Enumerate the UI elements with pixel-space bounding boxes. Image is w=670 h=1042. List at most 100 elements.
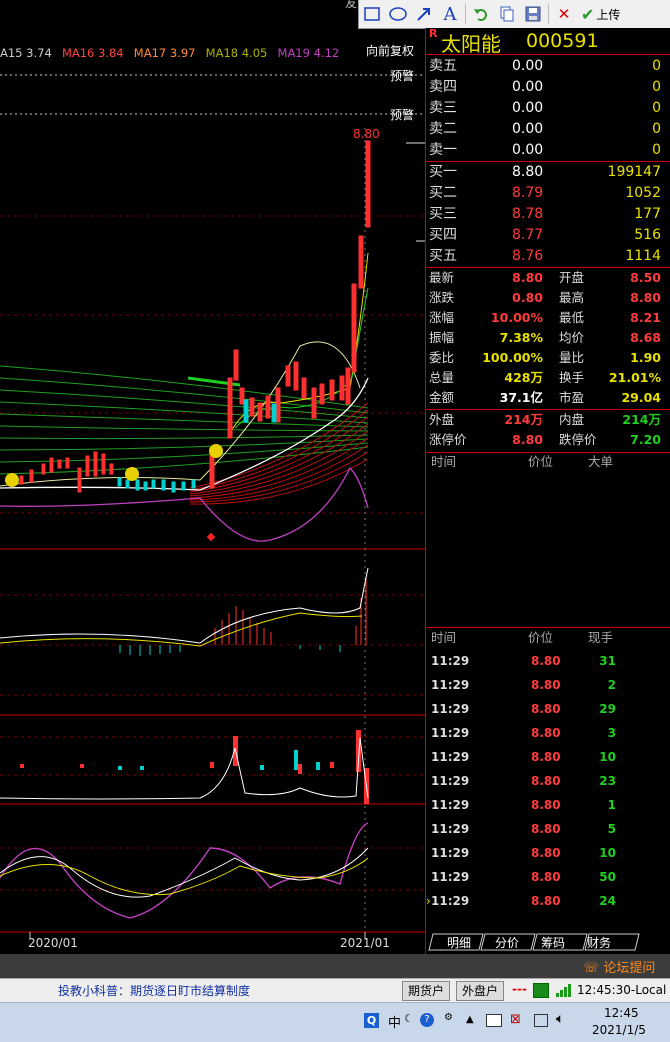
tick-price: 8.80	[531, 654, 561, 668]
tick-time: 11:29	[431, 702, 470, 716]
quote-label: 开盘	[559, 270, 585, 285]
ime-moon-icon: ☾	[404, 1012, 414, 1025]
macd-positive-bars	[214, 576, 367, 645]
ma-legend-item: MA18 4.05	[205, 46, 268, 60]
quote-label: 振幅	[429, 330, 455, 345]
status-tip[interactable]: 投教小科普：期货逐日盯市结算制度	[58, 982, 250, 999]
tab-price-split[interactable]: 分价	[495, 934, 519, 951]
order-price: 0.00	[512, 121, 544, 137]
quote-row: 外盘 214万 内盘 214万	[426, 410, 670, 431]
tab-finance[interactable]: 财务	[587, 934, 611, 951]
quote-label: 委比	[429, 350, 455, 365]
speech-bubble-icon: ☏	[583, 961, 600, 976]
text-tool-icon[interactable]: A	[437, 1, 463, 27]
quote-label: 换手	[559, 370, 585, 385]
tick-row[interactable]: 11:29 8.80 50	[426, 865, 670, 889]
drawing-toolbar: A ✕ ✔ 上传	[358, 0, 670, 29]
order-volume: 0	[652, 79, 661, 95]
forum-link-label: 论坛提问	[603, 961, 656, 976]
tick-volume: 31	[599, 654, 616, 668]
quote-label: 总量	[429, 370, 455, 385]
network-off-icon[interactable]: ⊠	[510, 1012, 521, 1027]
help-icon[interactable]: ?	[420, 1013, 434, 1027]
quote-value: 0.80	[512, 290, 543, 305]
order-price: 0.00	[512, 58, 544, 74]
ma-legend-item: MA19 4.12	[277, 46, 340, 60]
stock-name: 太阳能	[441, 32, 501, 56]
tick-row[interactable]: 11:29 8.80 5	[426, 817, 670, 841]
sell-order-row[interactable]: 卖四 0.00 0	[426, 77, 670, 98]
sell-order-row[interactable]: 卖三 0.00 0	[426, 98, 670, 119]
tick-volume: 23	[599, 774, 616, 788]
volume-icon[interactable]: 🔈︎	[556, 1011, 564, 1027]
tick-row[interactable]: 11:29 8.80 3	[426, 721, 670, 745]
quote-label: 内盘	[559, 412, 585, 427]
forum-link[interactable]: ☏ 论坛提问	[583, 957, 655, 976]
tick-row[interactable]: 11:29 8.80 10	[426, 745, 670, 769]
tick-volume: 10	[599, 846, 616, 860]
tick-row[interactable]: 11:29 8.80 10	[426, 841, 670, 865]
window-title-fragment: 友	[345, 0, 358, 10]
tick-row[interactable]: 11:29 8.80 31	[426, 649, 670, 673]
foreign-account-button[interactable]: 外盘户	[456, 981, 505, 1001]
quote-label: 最新	[429, 270, 455, 285]
tick-row[interactable]: 11:29 8.80 29	[426, 697, 670, 721]
kline-chart-svg	[0, 74, 425, 938]
quote-label: 均价	[559, 330, 585, 345]
rectangle-tool-icon[interactable]	[359, 1, 385, 27]
save-icon[interactable]	[520, 1, 546, 27]
copy-icon[interactable]	[494, 1, 520, 27]
quote-row: 金额 37.1亿 市盈 29.04	[426, 388, 670, 409]
taskbar: Q 中 ☾ ? ⚙ ▲ ⊠ 🔈︎ 12:45 2021/1/5	[0, 1002, 670, 1042]
buy-order-row[interactable]: 买四 8.77 516	[426, 225, 670, 246]
sell-order-row[interactable]: 卖一 0.00 0	[426, 140, 670, 161]
tick-price: 8.80	[531, 846, 561, 860]
tick-row[interactable]: 11:29 8.80 24	[426, 889, 670, 913]
quote-value: 8.80	[512, 432, 543, 447]
order-price: 8.80	[512, 164, 544, 180]
signal-diamond-icon	[206, 532, 216, 542]
tick-cursor-icon: ›	[426, 894, 431, 908]
ellipse-tool-icon[interactable]	[385, 1, 411, 27]
order-price: 0.00	[512, 79, 544, 95]
tick-row[interactable]: 11:29 8.80 1	[426, 793, 670, 817]
quote-row: 总量 428万 换手 21.01%	[426, 368, 670, 389]
order-volume: 516	[634, 227, 661, 243]
sell-order-row[interactable]: 卖二 0.00 0	[426, 119, 670, 140]
undo-icon[interactable]	[468, 1, 494, 27]
taskbar-date: 2021/1/5	[592, 1023, 646, 1037]
buy-order-row[interactable]: 买五 8.76 1114	[426, 246, 670, 267]
buy-order-row[interactable]: 买三 8.78 177	[426, 204, 670, 225]
tick-row[interactable]: 11:29 8.80 23	[426, 769, 670, 793]
adjust-mode-toggle[interactable]: 向前复权	[366, 42, 414, 59]
device-icon[interactable]	[534, 1014, 548, 1027]
delete-icon[interactable]: ✕	[551, 1, 577, 27]
upload-label: 上传	[596, 7, 621, 22]
tick-row[interactable]: 11:29 8.80 2	[426, 673, 670, 697]
sell-order-row[interactable]: 卖五 0.00 0	[426, 56, 670, 77]
tick-price: 8.80	[531, 870, 561, 884]
kline-chart-area[interactable]: A15 3.74 MA16 3.84 MA17 3.97 MA18 4.05 M…	[0, 28, 425, 954]
tray-expand-icon[interactable]: ▲	[466, 1014, 474, 1025]
tick-volume: 10	[599, 750, 616, 764]
order-level-label: 买四	[429, 227, 457, 243]
tick-time: 11:29	[431, 678, 470, 692]
upload-button[interactable]: ✔ 上传	[581, 5, 620, 24]
ma-legend-item: MA17 3.97	[133, 46, 196, 60]
quote-value: 29.04	[621, 390, 661, 405]
tick-time: 11:29	[431, 894, 470, 908]
big-orders-big-header: 大单	[588, 454, 614, 469]
tab-chips[interactable]: 筹码	[541, 934, 565, 951]
search-q-icon[interactable]: Q	[364, 1013, 379, 1028]
arrow-tool-icon[interactable]	[411, 1, 437, 27]
ime-settings-icon[interactable]: ⚙	[444, 1012, 453, 1023]
tab-detail[interactable]: 明细	[447, 934, 471, 951]
buy-order-row[interactable]: 买一 8.80 199147	[426, 162, 670, 183]
order-volume: 0	[652, 100, 661, 116]
window-icon[interactable]	[486, 1014, 502, 1027]
ime-indicator[interactable]: 中	[388, 1012, 401, 1031]
futures-account-button[interactable]: 期货户	[402, 981, 451, 1001]
quote-row: 委比 100.00% 量比 1.90	[426, 348, 670, 369]
order-volume: 199147	[607, 164, 661, 180]
buy-order-row[interactable]: 买二 8.79 1052	[426, 183, 670, 204]
